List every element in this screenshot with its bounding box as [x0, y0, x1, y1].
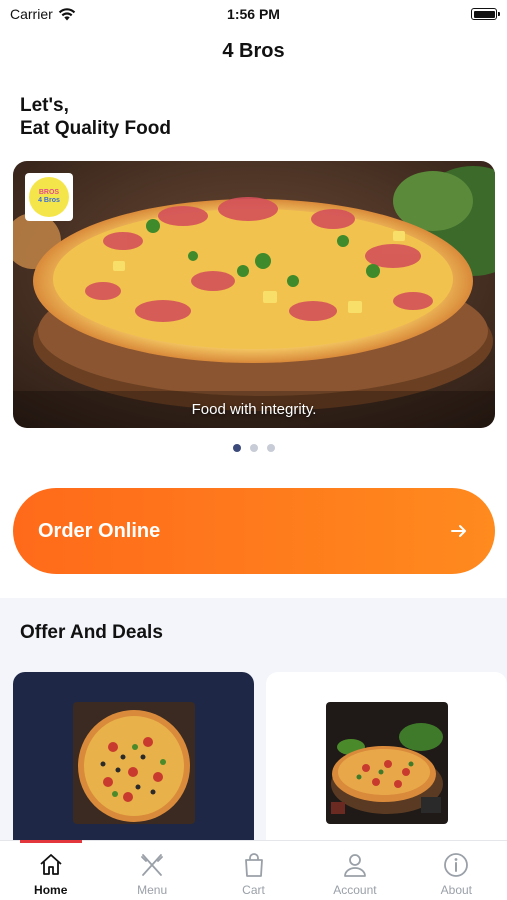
tab-label-home: Home — [34, 883, 68, 897]
user-icon — [344, 854, 366, 877]
tab-label-menu: Menu — [137, 883, 168, 897]
carousel-pagination[interactable] — [0, 444, 507, 452]
tab-cart[interactable]: Cart — [203, 841, 304, 900]
logo-badge: BROS 4 Bros — [29, 177, 69, 217]
banner-carousel[interactable]: BROS 4 Bros Food with integrity. — [13, 161, 495, 428]
pizza-image — [73, 702, 195, 824]
greeting-heading: Let's, Eat Quality Food — [20, 94, 171, 140]
pizza-banner-image — [13, 161, 495, 428]
active-tab-indicator — [20, 840, 82, 843]
shopping-bag-icon — [244, 853, 263, 877]
order-online-label: Order Online — [38, 519, 161, 542]
tab-about[interactable]: About — [406, 841, 507, 900]
brand-logo: BROS 4 Bros — [25, 173, 73, 221]
tab-menu[interactable]: Menu — [101, 841, 202, 900]
status-time: 1:56 PM — [227, 6, 280, 22]
tab-bar: Home Menu Cart Account About — [0, 840, 507, 900]
tab-label-about: About — [440, 883, 472, 897]
banner-caption: Food with integrity. — [191, 401, 317, 418]
offer-image-2 — [326, 702, 448, 824]
utensils-icon — [141, 854, 164, 876]
greeting-line-1: Let's, — [20, 95, 69, 116]
home-icon — [40, 854, 62, 875]
page-title: 4 Bros — [222, 40, 285, 62]
offer-image-1 — [73, 702, 195, 824]
carousel-dot-2[interactable] — [249, 444, 258, 452]
greeting-line-2: Eat Quality Food — [20, 118, 171, 139]
tab-account[interactable]: Account — [304, 841, 405, 900]
offers-section: Offer And Deals — [0, 598, 507, 872]
tab-label-account: Account — [333, 883, 377, 897]
tab-label-cart: Cart — [242, 883, 265, 897]
order-online-button[interactable]: Order Online — [13, 488, 495, 574]
battery-icon — [471, 8, 500, 20]
carousel-dot-1[interactable] — [232, 444, 241, 452]
pizza-image — [326, 702, 448, 824]
logo-text: 4 Bros — [38, 197, 60, 204]
arrow-right-icon — [451, 525, 466, 537]
carousel-dot-3[interactable] — [266, 444, 275, 452]
info-icon — [444, 853, 469, 877]
logo-mark: BROS — [38, 189, 60, 196]
tab-home[interactable]: Home — [0, 840, 101, 900]
offers-title: Offer And Deals — [20, 622, 163, 643]
status-bar: Carrier 1:56 PM — [0, 0, 507, 28]
